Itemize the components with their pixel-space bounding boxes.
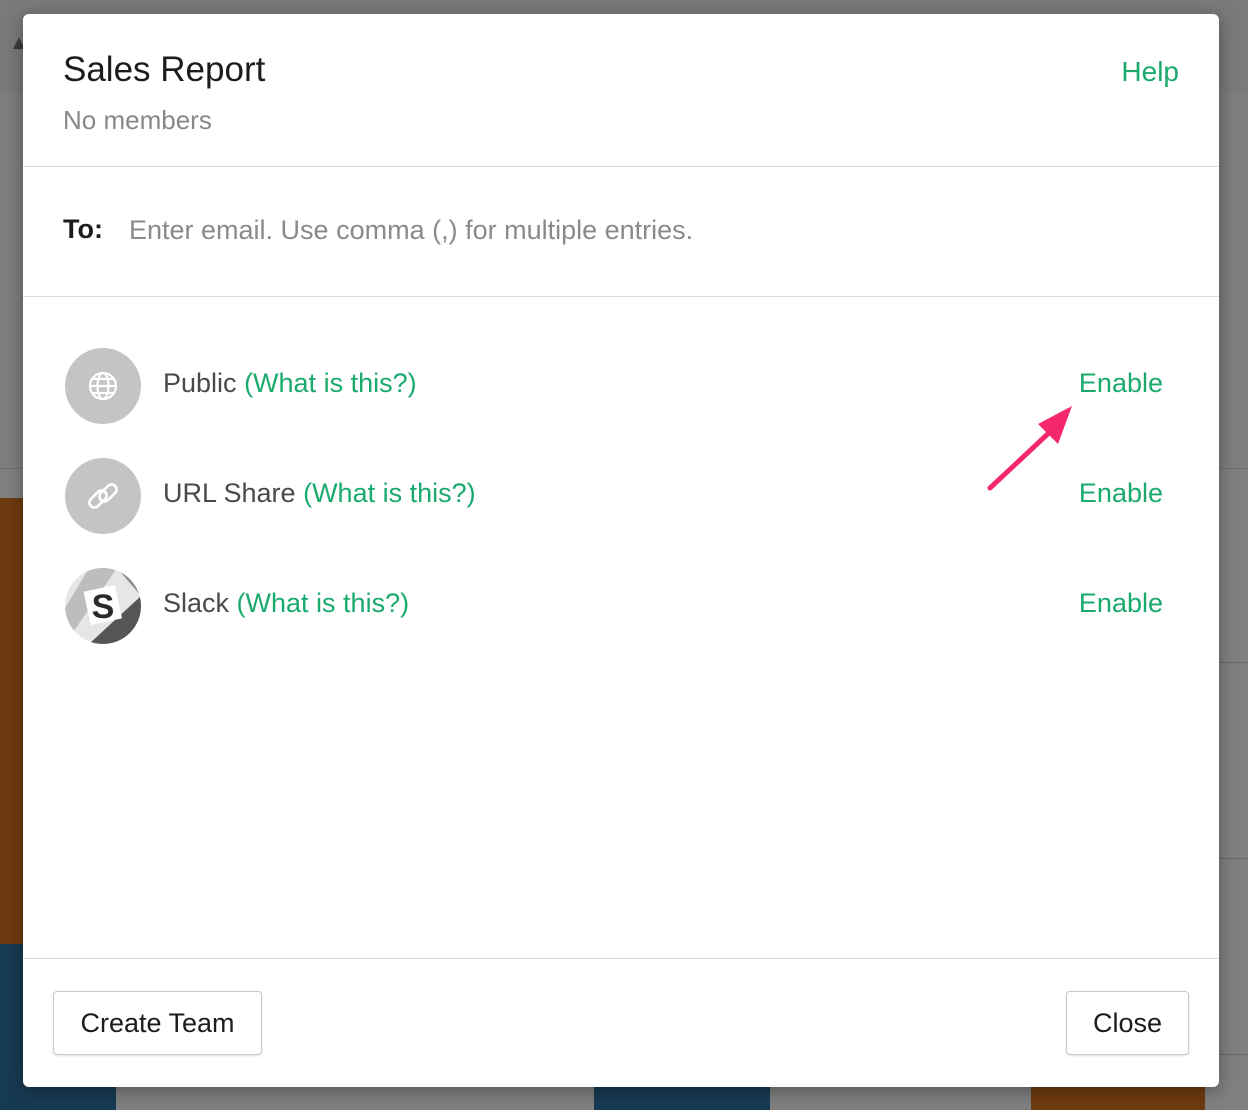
share-option-name: URL Share — [163, 478, 296, 508]
share-option-label: URL Share (What is this?) — [163, 478, 476, 509]
background-gridline — [1219, 858, 1248, 859]
what-is-this-link[interactable]: (What is this?) — [244, 368, 417, 398]
recipients-label: To: — [63, 214, 103, 244]
share-dialog: Sales Report No members Help To: Public … — [23, 14, 1219, 1087]
email-input[interactable] — [127, 203, 1171, 257]
globe-icon — [65, 348, 141, 424]
share-option-label: Slack (What is this?) — [163, 588, 409, 619]
share-option-name: Public — [163, 368, 237, 398]
dialog-header: Sales Report No members Help — [23, 14, 1219, 167]
background-gridline — [1219, 1054, 1248, 1055]
what-is-this-link[interactable]: (What is this?) — [303, 478, 476, 508]
what-is-this-link[interactable]: (What is this?) — [237, 588, 410, 618]
svg-text:S: S — [92, 588, 115, 626]
members-summary: No members — [63, 105, 212, 135]
background-gridline — [1219, 662, 1248, 663]
help-link[interactable]: Help — [1121, 56, 1179, 88]
link-icon — [65, 458, 141, 534]
share-option-label: Public (What is this?) — [163, 368, 417, 399]
close-button[interactable]: Close — [1066, 991, 1189, 1055]
background-toolbar-icon: ▲ — [9, 32, 29, 54]
share-option-public: Public (What is this?) Enable — [23, 348, 1219, 428]
enable-public-button[interactable]: Enable — [1079, 368, 1163, 399]
dialog-title: Sales Report — [63, 50, 266, 89]
slack-icon: S — [65, 568, 141, 644]
share-option-slack: S Slack (What is this?) Enable — [23, 568, 1219, 648]
enable-url-share-button[interactable]: Enable — [1079, 478, 1163, 509]
recipients-row: To: — [23, 167, 1219, 297]
dialog-footer: Create Team Close — [23, 958, 1219, 1087]
share-option-name: Slack — [163, 588, 230, 618]
enable-slack-button[interactable]: Enable — [1079, 588, 1163, 619]
background-chart-bar — [0, 498, 24, 944]
create-team-button[interactable]: Create Team — [53, 991, 262, 1055]
share-option-url: URL Share (What is this?) Enable — [23, 458, 1219, 538]
